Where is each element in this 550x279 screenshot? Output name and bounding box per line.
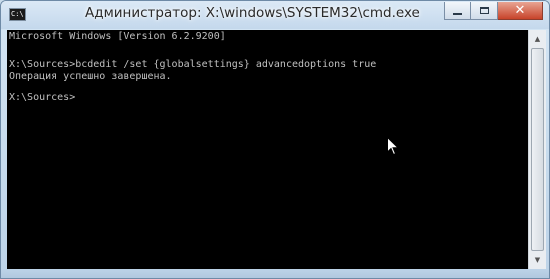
console-line: Microsoft Windows [Version 6.2.9200] (9, 31, 226, 42)
minimize-icon (453, 12, 462, 15)
scroll-up-arrow-icon[interactable]: ▲ (529, 31, 546, 47)
minimize-button[interactable] (444, 2, 471, 20)
console-prompt: X:\Sources> (9, 92, 76, 103)
vertical-scrollbar[interactable]: ▲ ▼ (528, 30, 546, 269)
window-bottom-border (1, 269, 549, 278)
cmd-window: C:\ Администратор: X:\windows\SYSTEM32\c… (0, 0, 550, 279)
window-controls: ✕ (444, 2, 543, 20)
scrollbar-thumb[interactable] (531, 48, 544, 251)
mouse-pointer-icon (387, 137, 399, 156)
console-line: Операция успешно завершена. (9, 71, 172, 82)
title-bar[interactable]: C:\ Администратор: X:\windows\SYSTEM32\c… (1, 1, 549, 29)
close-icon: ✕ (514, 3, 526, 18)
cmd-icon[interactable]: C:\ (9, 8, 26, 21)
maximize-button[interactable] (471, 2, 498, 20)
console-line: X:\Sources>bcdedit /set {globalsettings}… (9, 59, 377, 70)
scroll-down-arrow-icon[interactable]: ▼ (529, 252, 546, 268)
close-button[interactable]: ✕ (498, 2, 543, 20)
console-output[interactable]: Microsoft Windows [Version 6.2.9200] X:\… (7, 30, 528, 269)
maximize-icon (479, 7, 489, 14)
window-title: Администратор: X:\windows\SYSTEM32\cmd.e… (85, 5, 420, 21)
